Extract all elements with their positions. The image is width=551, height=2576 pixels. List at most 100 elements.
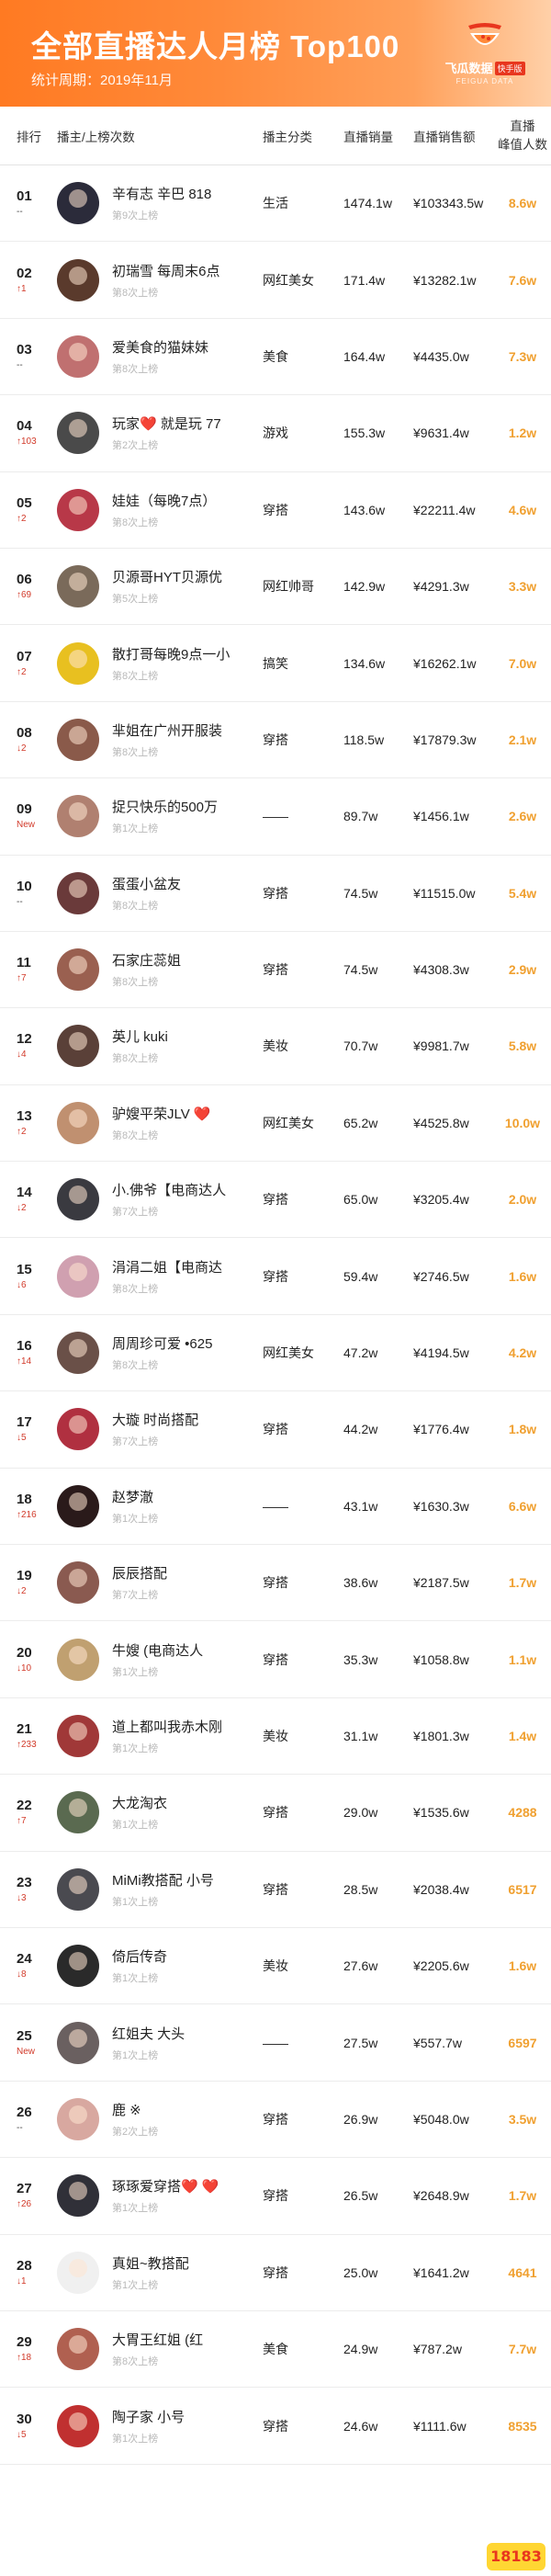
host-cell[interactable]: 石家庄蕊姐 第8次上榜 bbox=[51, 948, 263, 992]
table-row[interactable]: 21 ↑233 道上都叫我赤木刚 第1次上榜 美妆 31.1w ¥1801.3w… bbox=[0, 1698, 551, 1776]
host-name[interactable]: 大龙淘衣 bbox=[112, 1793, 167, 1812]
avatar[interactable] bbox=[57, 795, 99, 838]
avatar[interactable] bbox=[57, 1945, 99, 1988]
table-row[interactable]: 20 ↓10 牛嫂 (电商达人 第1次上榜 穿搭 35.3w ¥1058.8w … bbox=[0, 1621, 551, 1698]
avatar[interactable] bbox=[57, 1025, 99, 1068]
host-cell[interactable]: 散打哥每晚9点一小 第8次上榜 bbox=[51, 641, 263, 685]
avatar[interactable] bbox=[57, 1484, 99, 1527]
host-name[interactable]: 英儿 kuki bbox=[112, 1027, 168, 1046]
table-row[interactable]: 10 -- 蛋蛋小盆友 第8次上榜 穿搭 74.5w ¥11515.0w 5.4… bbox=[0, 856, 551, 932]
host-cell[interactable]: 大胃王红姐 (红 第8次上榜 bbox=[51, 2328, 263, 2371]
table-row[interactable]: 18 ↑216 赵梦澈 第1次上榜 —— 43.1w ¥1630.3w 6.6w bbox=[0, 1469, 551, 1546]
host-name[interactable]: 琢琢爱穿搭❤️ ❤️ bbox=[112, 2176, 219, 2196]
table-row[interactable]: 12 ↓4 英儿 kuki 第8次上榜 美妆 70.7w ¥9981.7w 5.… bbox=[0, 1008, 551, 1085]
avatar[interactable] bbox=[57, 1408, 99, 1451]
avatar[interactable] bbox=[57, 182, 99, 225]
table-row[interactable]: 23 ↓3 MiMi教搭配 小号 第1次上榜 穿搭 28.5w ¥2038.4w… bbox=[0, 1852, 551, 1928]
table-row[interactable]: 24 ↓8 倚后传奇 第1次上榜 美妆 27.6w ¥2205.6w 1.6w bbox=[0, 1928, 551, 2005]
table-row[interactable]: 06 ↑69 贝源哥HYT贝源优 第5次上榜 网红帅哥 142.9w ¥4291… bbox=[0, 549, 551, 626]
host-name[interactable]: 大胃王红姐 (红 bbox=[112, 2330, 203, 2349]
host-name[interactable]: 真姐~教搭配 bbox=[112, 2253, 189, 2273]
avatar[interactable] bbox=[57, 641, 99, 685]
host-cell[interactable]: 捉只快乐的500万 第1次上榜 bbox=[51, 795, 263, 838]
table-row[interactable]: 14 ↓2 小.佛爷【电商达人 第7次上榜 穿搭 65.0w ¥3205.4w … bbox=[0, 1162, 551, 1239]
host-name[interactable]: 红姐夫 大头 bbox=[112, 2024, 185, 2043]
avatar[interactable] bbox=[57, 1638, 99, 1681]
table-row[interactable]: 13 ↑2 驴嫂平荣JLV ❤️ 第8次上榜 网红美女 65.2w ¥4525.… bbox=[0, 1085, 551, 1163]
host-cell[interactable]: 牛嫂 (电商达人 第1次上榜 bbox=[51, 1638, 263, 1681]
col-host[interactable]: 播主/上榜次数 bbox=[51, 127, 263, 145]
host-name[interactable]: 小.佛爷【电商达人 bbox=[112, 1180, 226, 1199]
host-name[interactable]: 初瑞雪 每周末6点 bbox=[112, 261, 220, 280]
host-cell[interactable]: 赵梦澈 第1次上榜 bbox=[51, 1484, 263, 1527]
avatar[interactable] bbox=[57, 1791, 99, 1834]
host-name[interactable]: 倚后传奇 bbox=[112, 1946, 167, 1966]
table-row[interactable]: 08 ↓2 芈姐在广州开服装 第8次上榜 穿搭 118.5w ¥17879.3w… bbox=[0, 702, 551, 779]
avatar[interactable] bbox=[57, 718, 99, 761]
table-row[interactable]: 03 -- 爱美食的猫妹妹 第8次上榜 美食 164.4w ¥4435.0w 7… bbox=[0, 319, 551, 396]
avatar[interactable] bbox=[57, 1715, 99, 1757]
table-row[interactable]: 25 New 红姐夫 大头 第1次上榜 —— 27.5w ¥557.7w 659… bbox=[0, 2004, 551, 2082]
table-row[interactable]: 19 ↓2 辰辰搭配 第7次上榜 穿搭 38.6w ¥2187.5w 1.7w bbox=[0, 1545, 551, 1622]
col-rank[interactable]: 排行 bbox=[0, 127, 51, 145]
avatar[interactable] bbox=[57, 948, 99, 992]
avatar[interactable] bbox=[57, 2097, 99, 2140]
avatar[interactable] bbox=[57, 1332, 99, 1375]
host-cell[interactable]: 琢琢爱穿搭❤️ ❤️ 第1次上榜 bbox=[51, 2174, 263, 2218]
host-cell[interactable]: 大璇 时尚搭配 第7次上榜 bbox=[51, 1408, 263, 1451]
host-name[interactable]: 贝源哥HYT贝源优 bbox=[112, 567, 222, 586]
avatar[interactable] bbox=[57, 2174, 99, 2218]
col-sales[interactable]: 直播销量 bbox=[343, 127, 408, 145]
avatar[interactable] bbox=[57, 1254, 99, 1298]
avatar[interactable] bbox=[57, 335, 99, 378]
host-name[interactable]: 大璇 时尚搭配 bbox=[112, 1410, 198, 1429]
avatar[interactable] bbox=[57, 1178, 99, 1221]
host-cell[interactable]: 陶子家 小号 第1次上榜 bbox=[51, 2404, 263, 2447]
host-name[interactable]: 辛有志 辛巴 818 bbox=[112, 184, 211, 203]
table-row[interactable]: 02 ↑1 初瑞雪 每周末6点 第8次上榜 网红美女 171.4w ¥13282… bbox=[0, 242, 551, 319]
host-name[interactable]: 爱美食的猫妹妹 bbox=[112, 337, 208, 357]
host-name[interactable]: 蛋蛋小盆友 bbox=[112, 874, 181, 893]
host-name[interactable]: 陶子家 小号 bbox=[112, 2407, 185, 2426]
table-row[interactable]: 28 ↓1 真姐~教搭配 第1次上榜 穿搭 25.0w ¥1641.2w 464… bbox=[0, 2235, 551, 2311]
host-cell[interactable]: 娃娃（每晚7点） 第8次上榜 bbox=[51, 488, 263, 531]
table-row[interactable]: 01 -- 辛有志 辛巴 818 第9次上榜 生活 1474.1w ¥10334… bbox=[0, 165, 551, 243]
col-category[interactable]: 播主分类 bbox=[263, 127, 343, 145]
avatar[interactable] bbox=[57, 871, 99, 914]
avatar[interactable] bbox=[57, 2251, 99, 2294]
table-row[interactable]: 22 ↑7 大龙淘衣 第1次上榜 穿搭 29.0w ¥1535.6w 4288 bbox=[0, 1775, 551, 1852]
table-row[interactable]: 16 ↑14 周周珍可爱 •625 第8次上榜 网红美女 47.2w ¥4194… bbox=[0, 1315, 551, 1392]
table-row[interactable]: 26 -- 鹿 ※ 第2次上榜 穿搭 26.9w ¥5048.0w 3.5w bbox=[0, 2082, 551, 2159]
host-cell[interactable]: 贝源哥HYT贝源优 第5次上榜 bbox=[51, 565, 263, 608]
avatar[interactable] bbox=[57, 2021, 99, 2064]
host-name[interactable]: 涓涓二姐【电商达 bbox=[112, 1257, 222, 1277]
host-name[interactable]: MiMi教搭配 小号 bbox=[112, 1870, 214, 1889]
host-name[interactable]: 娃娃（每晚7点） bbox=[112, 491, 216, 510]
host-cell[interactable]: 道上都叫我赤木刚 第1次上榜 bbox=[51, 1715, 263, 1757]
table-row[interactable]: 11 ↑7 石家庄蕊姐 第8次上榜 穿搭 74.5w ¥4308.3w 2.9w bbox=[0, 932, 551, 1009]
host-cell[interactable]: 爱美食的猫妹妹 第8次上榜 bbox=[51, 335, 263, 378]
avatar[interactable] bbox=[57, 2404, 99, 2447]
table-row[interactable]: 27 ↑26 琢琢爱穿搭❤️ ❤️ 第1次上榜 穿搭 26.5w ¥2648.9… bbox=[0, 2158, 551, 2235]
host-cell[interactable]: 辛有志 辛巴 818 第9次上榜 bbox=[51, 182, 263, 225]
avatar[interactable] bbox=[57, 1867, 99, 1911]
host-cell[interactable]: 芈姐在广州开服装 第8次上榜 bbox=[51, 718, 263, 761]
col-peak[interactable]: 直播 峰值人数 bbox=[494, 118, 551, 154]
host-cell[interactable]: 蛋蛋小盆友 第8次上榜 bbox=[51, 871, 263, 914]
table-row[interactable]: 09 New 捉只快乐的500万 第1次上榜 —— 89.7w ¥1456.1w… bbox=[0, 778, 551, 856]
host-cell[interactable]: 真姐~教搭配 第1次上榜 bbox=[51, 2251, 263, 2294]
host-cell[interactable]: 鹿 ※ 第2次上榜 bbox=[51, 2097, 263, 2140]
host-name[interactable]: 赵梦澈 bbox=[112, 1487, 158, 1506]
avatar[interactable] bbox=[57, 565, 99, 608]
host-name[interactable]: 周周珍可爱 •625 bbox=[112, 1333, 212, 1353]
table-row[interactable]: 04 ↑103 玩家❤️ 就是玩 77 第2次上榜 游戏 155.3w ¥963… bbox=[0, 395, 551, 472]
avatar[interactable] bbox=[57, 412, 99, 455]
host-cell[interactable]: MiMi教搭配 小号 第1次上榜 bbox=[51, 1867, 263, 1911]
avatar[interactable] bbox=[57, 488, 99, 531]
host-name[interactable]: 辰辰搭配 bbox=[112, 1563, 167, 1583]
host-name[interactable]: 驴嫂平荣JLV ❤️ bbox=[112, 1104, 211, 1123]
col-amount[interactable]: 直播销售额 bbox=[408, 127, 494, 145]
table-row[interactable]: 17 ↓5 大璇 时尚搭配 第7次上榜 穿搭 44.2w ¥1776.4w 1.… bbox=[0, 1391, 551, 1469]
avatar[interactable] bbox=[57, 2328, 99, 2371]
host-cell[interactable]: 英儿 kuki 第8次上榜 bbox=[51, 1025, 263, 1068]
